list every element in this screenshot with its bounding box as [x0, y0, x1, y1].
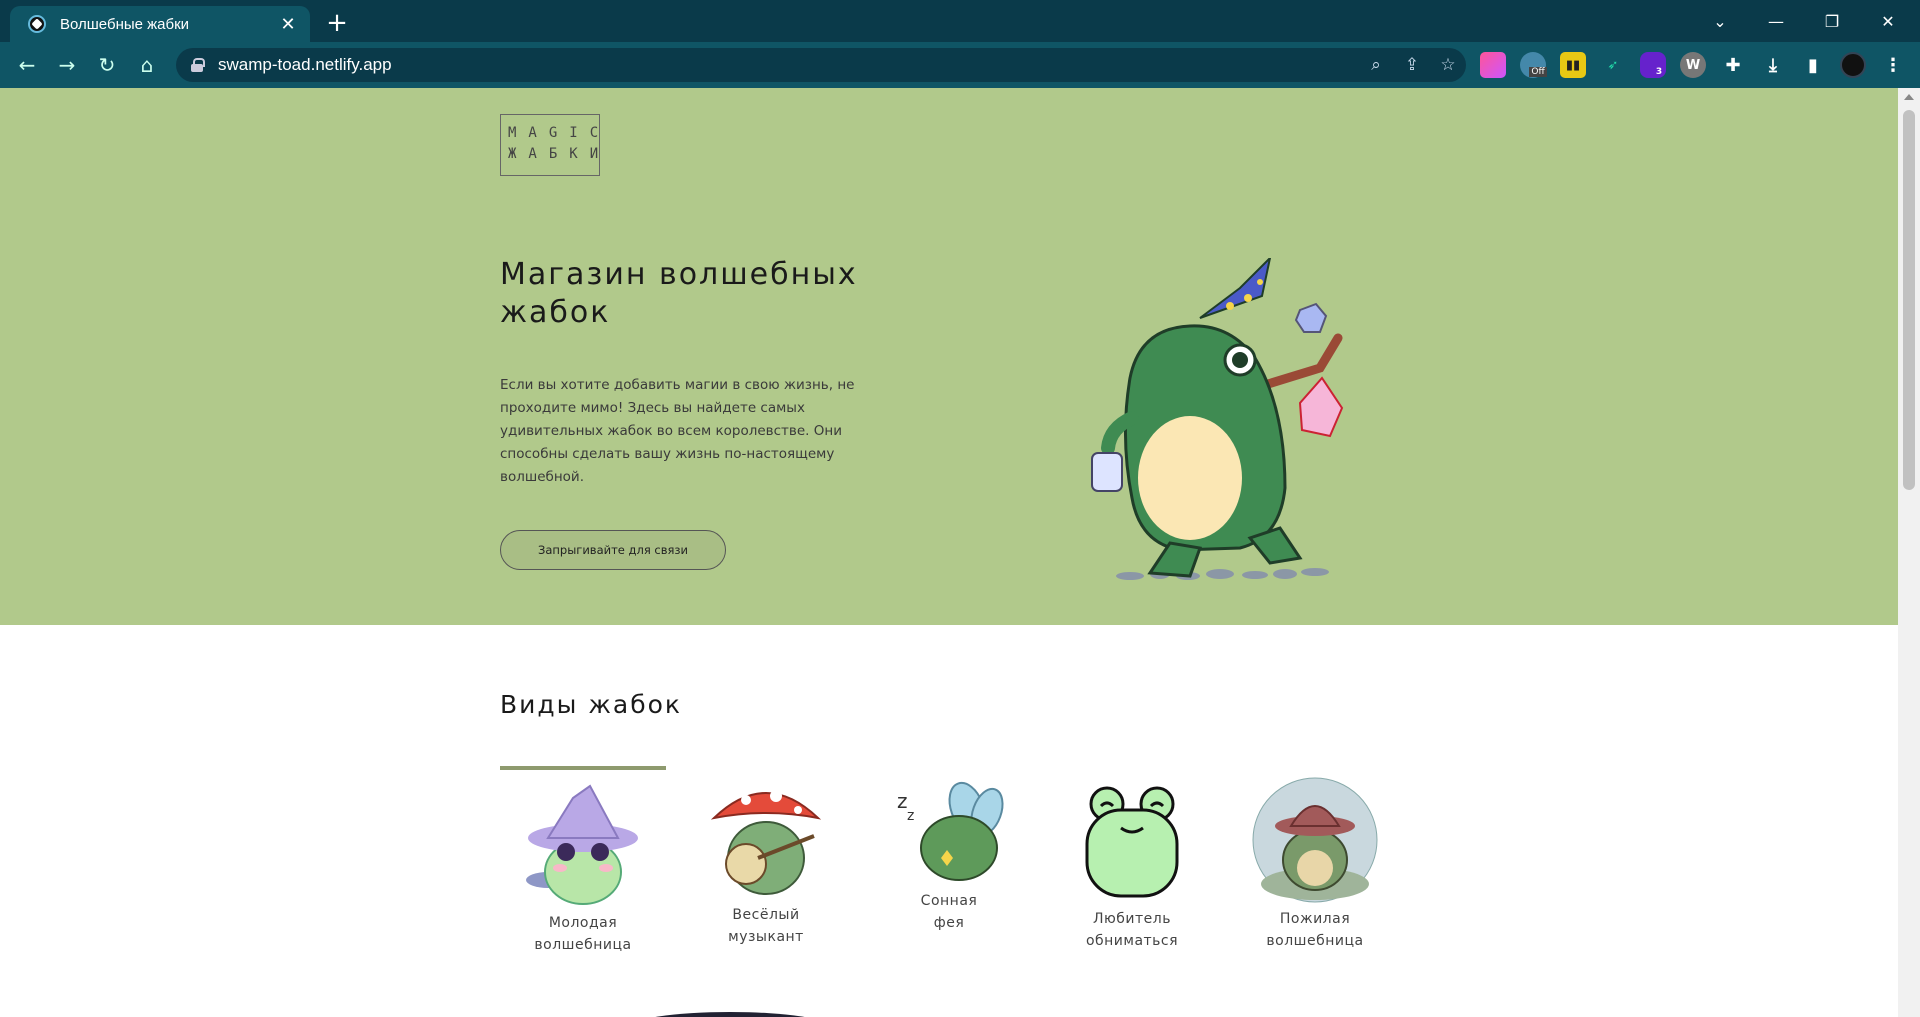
extension-chart-icon[interactable]: ▮▮ — [1560, 52, 1586, 78]
browser-toolbar: ← → ↻ ⌂ swamp-toad.netlify.app ⌕ ⇪ ☆ Off… — [0, 42, 1920, 88]
svg-text:z: z — [907, 808, 914, 824]
extension-off-badge: Off — [1529, 67, 1547, 77]
wizard-toad-illustration — [1091, 258, 1344, 580]
page-scrollbar[interactable] — [1898, 88, 1920, 1017]
bookmark-star-icon[interactable]: ☆ — [1430, 48, 1466, 82]
card-label-line-2: волшебница — [534, 937, 632, 953]
extension-w-icon[interactable]: W — [1680, 52, 1706, 78]
site-logo[interactable]: MAGIC ЖАБКИ — [500, 114, 600, 176]
card-label: Сонная фея — [859, 890, 1039, 934]
back-button[interactable]: ← — [12, 50, 42, 80]
contact-button[interactable]: Запрыгивайте для связи — [500, 530, 726, 570]
close-window-button[interactable]: ✕ — [1860, 0, 1916, 42]
browser-tab-bar: Волшебные жабки ✕ + ⌄ — ❐ ✕ — [0, 0, 1920, 42]
site-favicon-icon — [28, 15, 46, 33]
hug-lover-toad-icon — [1085, 786, 1179, 898]
active-tab-underline — [500, 766, 666, 770]
logo-line-2: ЖАБКИ — [508, 146, 611, 162]
extension-gem-icon[interactable]: 3 — [1640, 52, 1666, 78]
restore-button[interactable]: ❐ — [1804, 0, 1860, 42]
address-bar[interactable]: swamp-toad.netlify.app ⌕ ⇪ ☆ — [176, 48, 1466, 82]
hero-section: MAGIC ЖАБКИ Магазин волшебных жабок Если… — [0, 88, 1898, 625]
tab-close-icon[interactable]: ✕ — [276, 12, 300, 36]
toad-card-sleepy-fairy[interactable]: z z Сонная фея — [859, 778, 1039, 934]
card-label-line-1: Весёлый — [732, 907, 800, 923]
card-label-line-2: волшебница — [1266, 933, 1364, 949]
card-label-line-1: Пожилая — [1279, 911, 1351, 927]
card-label: Весёлый музыкант — [676, 904, 856, 948]
hero-title: Магазин волшебных жабок — [500, 257, 858, 330]
card-label-line-1: Молодая — [548, 915, 618, 931]
young-witch-toad-icon — [526, 784, 638, 905]
tab-search-icon[interactable]: ⌄ — [1692, 0, 1748, 42]
page-viewport: MAGIC ЖАБКИ Магазин волшебных жабок Если… — [0, 88, 1898, 1017]
url-text[interactable]: swamp-toad.netlify.app — [218, 55, 1358, 75]
svg-text:z: z — [897, 789, 908, 813]
extension-gradient-icon[interactable] — [1480, 52, 1506, 78]
toad-card-hug-lover[interactable]: Любитель обниматься — [1042, 780, 1222, 952]
elderly-witch-toad-icon — [1252, 777, 1378, 903]
sleepy-fairy-toad-icon: z z — [897, 781, 1004, 881]
tab-title: Волшебные жабки — [60, 15, 190, 33]
extension-count-badge: 3 — [1655, 67, 1663, 77]
forward-button[interactable]: → — [52, 50, 82, 80]
card-label-line-2: фея — [933, 915, 965, 931]
home-button[interactable]: ⌂ — [132, 50, 162, 80]
logo-line-1: MAGIC — [508, 125, 611, 141]
reload-button[interactable]: ↻ — [92, 50, 122, 80]
toad-card-elderly-witch[interactable]: Пожилая волшебница — [1225, 776, 1405, 952]
browser-tab[interactable]: Волшебные жабки ✕ — [10, 6, 310, 42]
card-label: Любитель обниматься — [1042, 908, 1222, 952]
share-icon[interactable]: ⇪ — [1394, 48, 1430, 82]
extension-toggle-icon[interactable]: Off — [1520, 52, 1547, 78]
extension-bird-icon[interactable]: ➶ — [1600, 52, 1626, 78]
new-tab-button[interactable]: + — [322, 8, 352, 38]
next-section-edge — [630, 1012, 830, 1017]
extensions-puzzle-icon[interactable]: ✚ — [1720, 52, 1746, 78]
musician-toad-icon — [710, 790, 822, 895]
scrollbar-thumb[interactable] — [1903, 110, 1915, 490]
menu-kebab-icon[interactable]: ⋮ — [1880, 52, 1906, 78]
toad-card-cheerful-musician[interactable]: Весёлый музыкант — [676, 778, 856, 948]
side-panel-icon[interactable]: ▮ — [1800, 52, 1826, 78]
card-label-line-1: Сонная — [920, 893, 978, 909]
download-icon[interactable]: ⤓ — [1760, 52, 1786, 78]
profile-avatar[interactable] — [1840, 52, 1866, 78]
lock-icon[interactable] — [190, 58, 205, 72]
hero-description: Если вы хотите добавить магии в свою жиз… — [500, 377, 855, 485]
card-label: Пожилая волшебница — [1225, 908, 1405, 952]
minimize-button[interactable]: — — [1748, 0, 1804, 42]
types-heading: Виды жабок — [500, 690, 683, 719]
card-label-line-2: музыкант — [728, 929, 804, 945]
toad-card-young-witch[interactable]: Молодая волшебница — [493, 780, 673, 956]
card-label-line-1: Любитель — [1092, 911, 1171, 927]
zoom-icon[interactable]: ⌕ — [1358, 48, 1394, 82]
scroll-up-arrow-icon[interactable] — [1904, 94, 1914, 100]
card-label-line-2: обниматься — [1085, 933, 1179, 949]
card-label: Молодая волшебница — [493, 912, 673, 956]
